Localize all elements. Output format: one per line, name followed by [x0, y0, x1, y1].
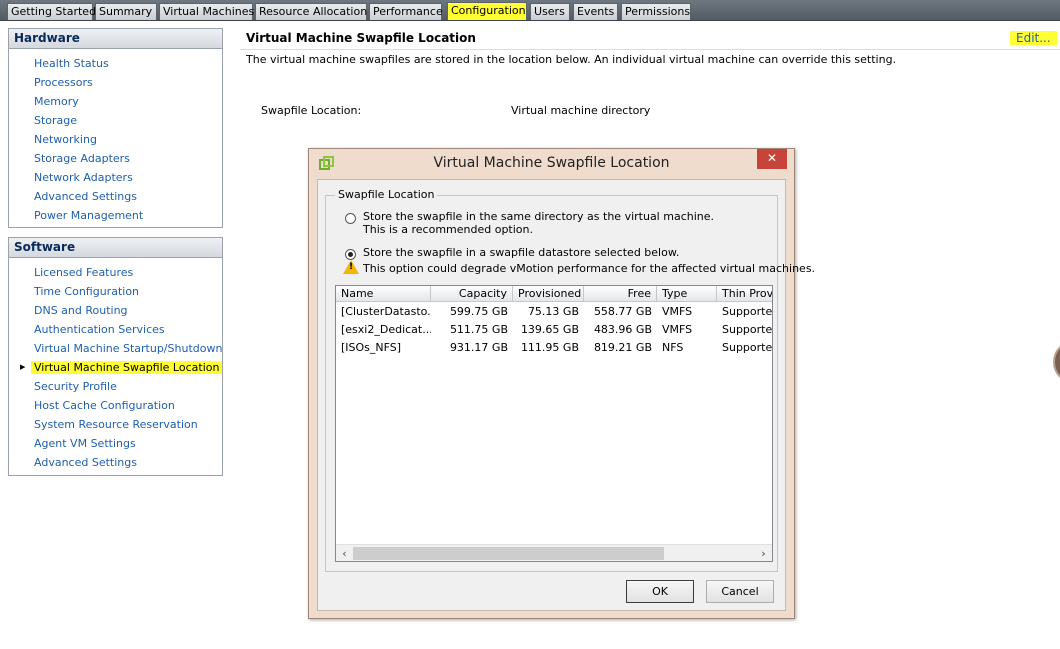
- cell-provisioned: 75.13 GB: [527, 305, 579, 318]
- cell-capacity: 931.17 GB: [449, 341, 508, 354]
- cell-name: [esxi2_Dedicat...: [341, 323, 431, 336]
- nav-health-status[interactable]: Health Status: [9, 54, 222, 73]
- cell-capacity: 511.75 GB: [449, 323, 508, 336]
- nav-advanced-settings-sw[interactable]: Advanced Settings: [9, 453, 222, 472]
- tab-virtual-machines[interactable]: Virtual Machines: [159, 3, 254, 20]
- scroll-right-icon[interactable]: ›: [755, 545, 772, 561]
- option2-warning: This option could degrade vMotion perfor…: [363, 262, 816, 275]
- software-list: Licensed Features Time Configuration DNS…: [9, 258, 223, 475]
- page-title: Virtual Machine Swapfile Location: [246, 31, 476, 45]
- tab-permissions[interactable]: Permissions: [621, 3, 691, 20]
- cell-type: NFS: [662, 341, 684, 354]
- tab-events[interactable]: Events: [573, 3, 618, 20]
- nav-security-profile[interactable]: Security Profile: [9, 377, 222, 396]
- cell-type: VMFS: [662, 323, 693, 336]
- cell-free: 819.21 GB: [593, 341, 652, 354]
- nav-vm-startup-shutdown[interactable]: Virtual Machine Startup/Shutdown: [9, 339, 222, 358]
- nav-authentication-services[interactable]: Authentication Services: [9, 320, 222, 339]
- col-name[interactable]: Name: [336, 286, 431, 302]
- software-panel: Software Licensed Features Time Configur…: [8, 237, 223, 476]
- table-header: Name Capacity Provisioned Free Type Thin…: [336, 286, 772, 302]
- tab-getting-started[interactable]: Getting Started: [7, 3, 96, 20]
- cell-provisioned: 139.65 GB: [520, 323, 579, 336]
- table-row[interactable]: [ISOs_NFS] 931.17 GB 111.95 GB 819.21 GB…: [336, 339, 772, 357]
- col-type[interactable]: Type: [657, 286, 717, 302]
- nav-network-adapters[interactable]: Network Adapters: [9, 168, 222, 187]
- cell-free: 483.96 GB: [593, 323, 652, 336]
- swapfile-location-value: Virtual machine directory: [511, 104, 651, 117]
- nav-host-cache-configuration[interactable]: Host Cache Configuration: [9, 396, 222, 415]
- edit-link[interactable]: Edit...: [1010, 31, 1057, 45]
- ok-button[interactable]: OK: [626, 580, 694, 603]
- partial-circle-decoration: [1053, 340, 1060, 384]
- tab-bar: Getting Started Summary Virtual Machines…: [0, 0, 1060, 21]
- dialog-title: Virtual Machine Swapfile Location: [433, 155, 670, 171]
- option1-line1: Store the swapfile in the same directory…: [363, 210, 715, 223]
- scroll-thumb[interactable]: [353, 547, 664, 560]
- nav-dns-routing[interactable]: DNS and Routing: [9, 301, 222, 320]
- title-divider: [240, 49, 1060, 50]
- swapfile-dialog: Virtual Machine Swapfile Location ✕ Swap…: [308, 148, 815, 619]
- nav-processors[interactable]: Processors: [9, 73, 222, 92]
- nav-networking[interactable]: Networking: [9, 130, 222, 149]
- tab-summary[interactable]: Summary: [95, 3, 157, 20]
- option2-text: Store the swapfile in a swapfile datasto…: [363, 246, 679, 259]
- nav-advanced-settings-hw[interactable]: Advanced Settings: [9, 187, 222, 206]
- tab-configuration[interactable]: Configuration: [447, 2, 527, 20]
- nav-system-resource-reservation[interactable]: System Resource Reservation: [9, 415, 222, 434]
- swapfile-location-label: Swapfile Location:: [261, 104, 362, 117]
- table-row[interactable]: [ClusterDatasto... 599.75 GB 75.13 GB 55…: [336, 303, 772, 321]
- cell-thin-provisioning: Supported: [722, 341, 773, 354]
- radio-same-directory[interactable]: [345, 213, 356, 224]
- nav-power-management[interactable]: Power Management: [9, 206, 222, 225]
- cell-provisioned: 111.95 GB: [520, 341, 579, 354]
- hardware-heading: Hardware: [9, 29, 222, 49]
- cancel-button[interactable]: Cancel: [706, 580, 774, 603]
- datastore-table: Name Capacity Provisioned Free Type Thin…: [335, 285, 773, 562]
- close-icon: ✕: [766, 151, 778, 165]
- hardware-list: Health Status Processors Memory Storage …: [9, 49, 222, 228]
- page-description: The virtual machine swapfiles are stored…: [246, 53, 897, 66]
- warning-triangle-icon: !: [343, 260, 359, 274]
- col-thin-provisioning[interactable]: Thin Provi: [717, 286, 772, 302]
- tab-performance[interactable]: Performance: [369, 3, 443, 20]
- option1-text: Store the swapfile in the same directory…: [363, 210, 714, 236]
- nav-arrow-icon: ▶: [20, 363, 26, 371]
- col-capacity[interactable]: Capacity: [431, 286, 513, 302]
- tab-resource-allocation[interactable]: Resource Allocation: [255, 3, 367, 20]
- table-row[interactable]: [esxi2_Dedicat... 511.75 GB 139.65 GB 48…: [336, 321, 772, 339]
- nav-storage-adapters[interactable]: Storage Adapters: [9, 149, 222, 168]
- cell-name: [ClusterDatasto...: [341, 305, 431, 318]
- option1-line2: This is a recommended option.: [363, 223, 534, 236]
- group-legend: Swapfile Location: [335, 188, 438, 201]
- cell-thin-provisioning: Supported: [722, 323, 773, 336]
- close-button[interactable]: ✕: [757, 149, 787, 169]
- cell-free: 558.77 GB: [593, 305, 652, 318]
- horizontal-scrollbar[interactable]: ‹ ›: [336, 544, 772, 561]
- hardware-panel: Hardware Health Status Processors Memory…: [8, 28, 223, 228]
- option2-line1: Store the swapfile in a swapfile datasto…: [363, 246, 680, 259]
- radio-swapfile-datastore[interactable]: [345, 249, 356, 260]
- nav-vm-swapfile-location[interactable]: ▶ Virtual Machine Swapfile Location: [9, 358, 223, 377]
- scroll-left-icon[interactable]: ‹: [336, 545, 353, 561]
- nav-time-configuration[interactable]: Time Configuration: [9, 282, 222, 301]
- nav-memory[interactable]: Memory: [9, 92, 222, 111]
- nav-agent-vm-settings[interactable]: Agent VM Settings: [9, 434, 222, 453]
- dialog-body: Swapfile Location Store the swapfile in …: [317, 179, 815, 611]
- tab-users[interactable]: Users: [530, 3, 570, 20]
- cell-type: VMFS: [662, 305, 693, 318]
- nav-storage[interactable]: Storage: [9, 111, 222, 130]
- nav-vm-swapfile-location-label: Virtual Machine Swapfile Location: [31, 361, 223, 374]
- nav-licensed-features[interactable]: Licensed Features: [9, 263, 222, 282]
- cell-thin-provisioning: Supported: [722, 305, 773, 318]
- col-free[interactable]: Free: [584, 286, 657, 302]
- software-heading: Software: [9, 238, 222, 258]
- col-provisioned[interactable]: Provisioned: [513, 286, 584, 302]
- cell-capacity: 599.75 GB: [449, 305, 508, 318]
- cell-name: [ISOs_NFS]: [341, 341, 402, 354]
